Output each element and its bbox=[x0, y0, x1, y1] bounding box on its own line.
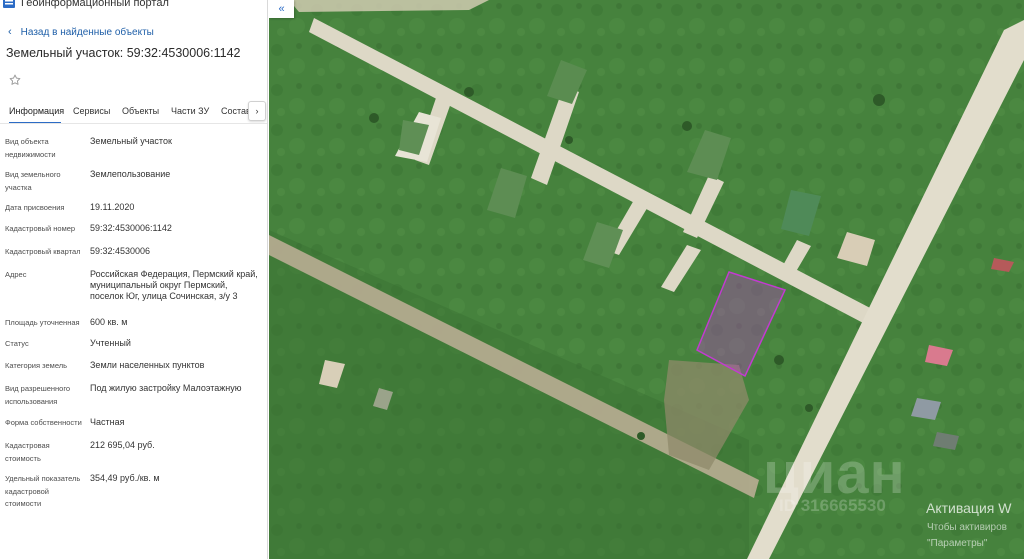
activation-notice-settings: "Параметры" bbox=[927, 538, 988, 549]
tab-information[interactable]: Информация bbox=[9, 100, 64, 124]
double-chevron-left-icon: « bbox=[278, 3, 285, 15]
info-row-label: Вид объекта недвижимости bbox=[5, 137, 56, 159]
info-row-value: Учтенный bbox=[90, 338, 131, 348]
info-row-label: Кадастровый квартал bbox=[5, 247, 81, 256]
activation-notice-text: Чтобы активиров bbox=[927, 522, 1007, 533]
tabs-divider bbox=[0, 123, 267, 124]
watermark-id: ID 316665530 bbox=[779, 496, 886, 515]
info-row-value: 600 кв. м bbox=[90, 317, 128, 327]
portal-name: Геоинформационный портал bbox=[21, 0, 169, 9]
info-row-label: Кадастровый номер bbox=[5, 224, 76, 233]
tab-bar: Информация Сервисы Объекты Части ЗУ Сост… bbox=[0, 100, 267, 124]
info-row-label: Площадь уточненная bbox=[5, 318, 80, 327]
info-row-label: Удельный показатель кадастровой стоимост… bbox=[5, 474, 81, 508]
info-panel: Геоинформационный портал ‹ Назад в найде… bbox=[0, 0, 268, 559]
info-row-label: Категория земель bbox=[5, 361, 68, 370]
info-row-label: Вид разрешенного использования bbox=[5, 384, 71, 406]
info-row-value: Земельный участок bbox=[90, 136, 172, 146]
info-row-value: Земли населенных пунктов bbox=[90, 360, 205, 370]
info-row-value: 59:32:4530006:1142 bbox=[90, 223, 172, 233]
back-link-label: Назад в найденные объекты bbox=[20, 26, 154, 38]
info-row-value: 212 695,04 руб. bbox=[90, 440, 155, 450]
tab-composition[interactable]: Состав bbox=[221, 100, 251, 124]
info-row-label: Адрес bbox=[5, 270, 27, 279]
info-row-value: Под жилую застройку Малоэтажную bbox=[90, 383, 242, 393]
info-row-label: Форма собственности bbox=[5, 418, 82, 427]
tab-services[interactable]: Сервисы bbox=[73, 100, 110, 124]
info-row-value: 354,49 руб./кв. м bbox=[90, 473, 160, 483]
star-outline-icon[interactable] bbox=[8, 73, 22, 87]
info-row-label: Дата присвоения bbox=[5, 203, 65, 212]
page-title: Земельный участок: 59:32:4530006:1142 bbox=[6, 46, 241, 60]
activation-notice-title: Активация W bbox=[926, 500, 1012, 516]
info-row-value: Российская Федерация, Пермский край, мун… bbox=[90, 269, 258, 301]
tabs-next-button[interactable]: › bbox=[248, 101, 266, 121]
info-row-value: 59:32:4530006 bbox=[90, 246, 151, 256]
satellite-imagery bbox=[269, 0, 1024, 559]
chevron-right-icon: › bbox=[255, 106, 259, 116]
back-to-results-link[interactable]: ‹ Назад в найденные объекты bbox=[8, 26, 154, 38]
info-row-label: Вид земельного участка bbox=[5, 170, 61, 192]
info-row-value: Землепользование bbox=[90, 169, 171, 179]
portal-logo-icon bbox=[3, 0, 15, 8]
info-row-label: Кадастровая стоимость bbox=[5, 441, 50, 463]
satellite-map[interactable]: « циан ID 316665530 Активация W Чтобы ак… bbox=[269, 0, 1024, 559]
collapse-panel-button[interactable]: « bbox=[269, 0, 294, 18]
info-row-label: Статус bbox=[5, 339, 29, 348]
info-row-value: Частная bbox=[90, 417, 125, 427]
chevron-left-icon: ‹ bbox=[8, 26, 12, 38]
info-row-value: 19.11.2020 bbox=[90, 202, 135, 212]
portal-header: Геоинформационный портал bbox=[0, 0, 169, 10]
tab-land-parts[interactable]: Части ЗУ bbox=[171, 100, 209, 124]
tab-objects[interactable]: Объекты bbox=[122, 100, 159, 124]
